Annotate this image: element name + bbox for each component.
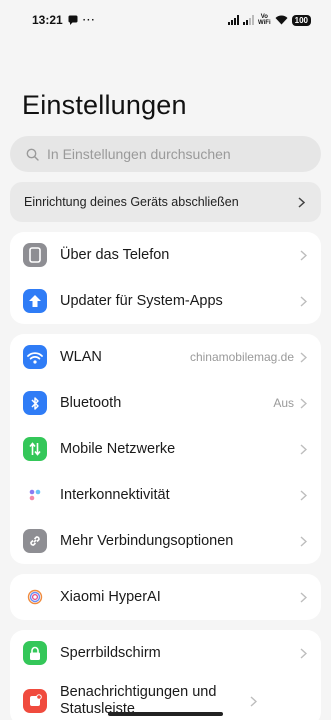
settings-item-lock-screen[interactable]: Sperrbildschirm	[10, 630, 321, 676]
signal-strength-2-icon	[243, 15, 255, 25]
settings-item-wlan[interactable]: WLAN chinamobilemag.de	[10, 334, 321, 380]
hyperai-icon	[23, 585, 47, 609]
settings-item-label: Mobile Netzwerke	[60, 440, 176, 457]
settings-group-connectivity: WLAN chinamobilemag.de Bluetooth Aus Mob…	[10, 334, 321, 564]
wifi-status-icon	[275, 15, 288, 25]
phone-icon	[23, 243, 47, 267]
bluetooth-status: Aus	[273, 396, 294, 410]
clock: 13:21	[32, 13, 63, 27]
settings-group-lockscreen: Sperrbildschirm Benachrichtigungen und S…	[10, 630, 321, 720]
link-icon	[23, 529, 47, 553]
vowifi-line2: WiFi	[258, 20, 271, 26]
home-indicator[interactable]	[108, 712, 223, 716]
settings-group-device: Über das Telefon Updater für System-Apps	[10, 232, 321, 324]
chat-notification-icon	[68, 15, 78, 25]
search-input[interactable]: In Einstellungen durchsuchen	[10, 136, 321, 172]
chevron-right-icon	[298, 196, 305, 208]
settings-item-label: WLAN	[60, 348, 102, 365]
chevron-right-icon	[300, 397, 307, 409]
chevron-right-icon	[300, 591, 307, 603]
settings-item-system-app-updater[interactable]: Updater für System-Apps	[10, 278, 321, 324]
settings-item-label: Updater für System-Apps	[60, 292, 223, 309]
bluetooth-icon	[23, 391, 47, 415]
settings-item-label: Interkonnektivität	[60, 486, 170, 503]
chevron-right-icon	[300, 249, 307, 261]
search-icon	[26, 148, 39, 161]
page-title: Einstellungen	[22, 90, 187, 120]
setup-banner-label: Einrichtung deines Geräts abschließen	[24, 195, 239, 209]
settings-item-bluetooth[interactable]: Bluetooth Aus	[10, 380, 321, 426]
settings-item-label: Über das Telefon	[60, 246, 170, 263]
chevron-right-icon	[300, 647, 307, 659]
interconnect-icon	[23, 483, 47, 507]
more-notifications-indicator: ···	[82, 14, 96, 26]
search-placeholder: In Einstellungen durchsuchen	[47, 146, 231, 162]
wifi-icon	[23, 345, 47, 369]
chevron-right-icon	[300, 351, 307, 363]
settings-item-mobile-networks[interactable]: Mobile Netzwerke	[10, 426, 321, 472]
wlan-network-name: chinamobilemag.de	[189, 350, 294, 364]
chevron-right-icon	[300, 535, 307, 547]
settings-item-more-connection-options[interactable]: Mehr Verbindungsoptionen	[10, 518, 321, 564]
lock-icon	[23, 641, 47, 665]
settings-group-ai: Xiaomi HyperAI	[10, 574, 321, 620]
chevron-right-icon	[300, 443, 307, 455]
notification-icon	[23, 689, 47, 713]
vowifi-icon: Vo WiFi	[258, 14, 271, 26]
setup-banner[interactable]: Einrichtung deines Geräts abschließen	[10, 182, 321, 222]
battery-icon: 100	[291, 14, 311, 26]
chevron-right-icon	[250, 695, 257, 707]
chevron-right-icon	[300, 295, 307, 307]
settings-item-label: Xiaomi HyperAI	[60, 588, 161, 605]
status-bar: 13:21 ··· Vo WiFi 100	[0, 0, 331, 40]
settings-item-label: Sperrbildschirm	[60, 644, 161, 661]
settings-item-xiaomi-hyperai[interactable]: Xiaomi HyperAI	[10, 574, 321, 620]
arrow-up-icon	[23, 289, 47, 313]
chevron-right-icon	[300, 489, 307, 501]
settings-item-label: Mehr Verbindungsoptionen	[60, 532, 234, 549]
signal-strength-icon	[228, 15, 240, 25]
mobile-data-icon	[23, 437, 47, 461]
settings-item-about-phone[interactable]: Über das Telefon	[10, 232, 321, 278]
settings-item-label: Bluetooth	[60, 394, 122, 411]
settings-item-interconnectivity[interactable]: Interkonnektivität	[10, 472, 321, 518]
